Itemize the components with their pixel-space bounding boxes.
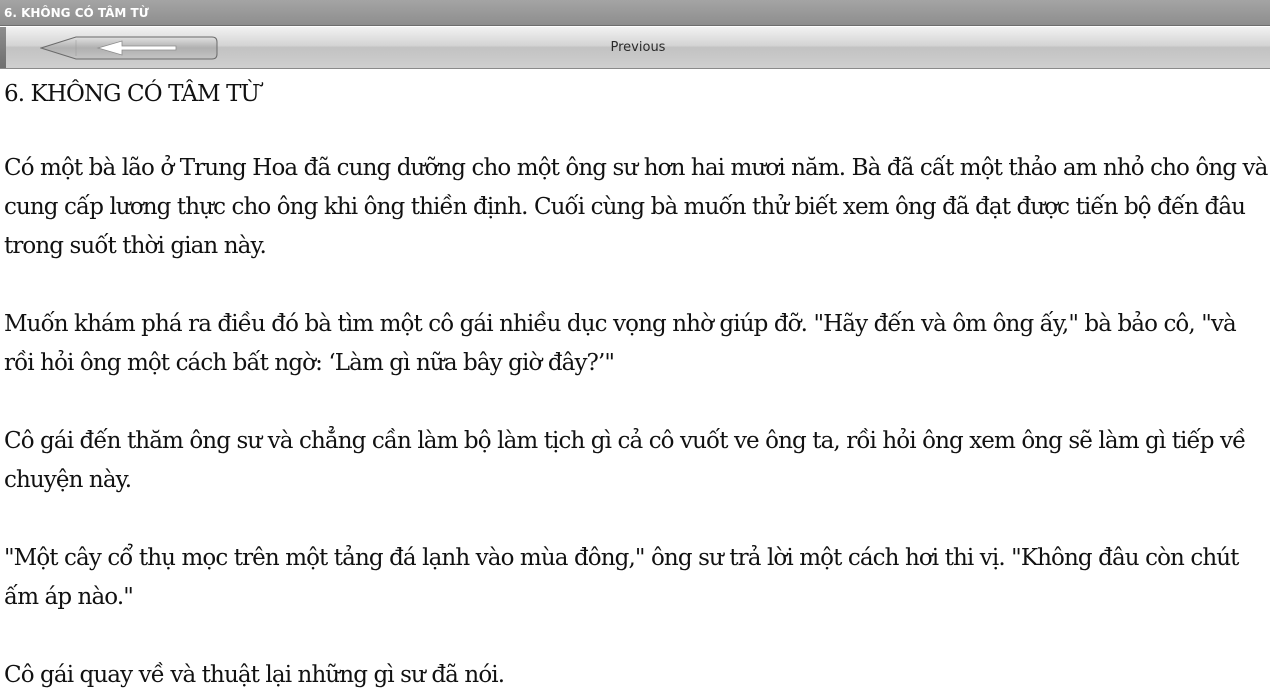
article-paragraph: "Một cây cổ thụ mọc trên một tảng đá lạn…: [4, 545, 1239, 610]
previous-button[interactable]: Previous: [540, 40, 736, 56]
back-button[interactable]: [40, 36, 218, 60]
left-arrow-icon: [40, 36, 218, 60]
article-paragraph: Cô gái đến thăm ông sư và chẳng cần làm …: [4, 428, 1246, 493]
article-heading: 6. KHÔNG CÓ TÂM TỪ: [4, 81, 260, 107]
article-paragraph: Cô gái quay về và thuật lại những gì sư …: [4, 662, 505, 688]
article-paragraph: Muốn khám phá ra điều đó bà tìm một cô g…: [4, 311, 1237, 376]
navigation-toolbar: Previous: [0, 27, 1270, 69]
title-bar: 6. KHÔNG CÓ TÂM TỪ: [0, 0, 1270, 26]
article-content: 6. KHÔNG CÓ TÂM TỪ Có một bà lão ở Trung…: [4, 71, 1268, 695]
window-title: 6. KHÔNG CÓ TÂM TỪ: [4, 6, 149, 20]
article-paragraph: Có một bà lão ở Trung Hoa đã cung dưỡng …: [4, 155, 1268, 259]
